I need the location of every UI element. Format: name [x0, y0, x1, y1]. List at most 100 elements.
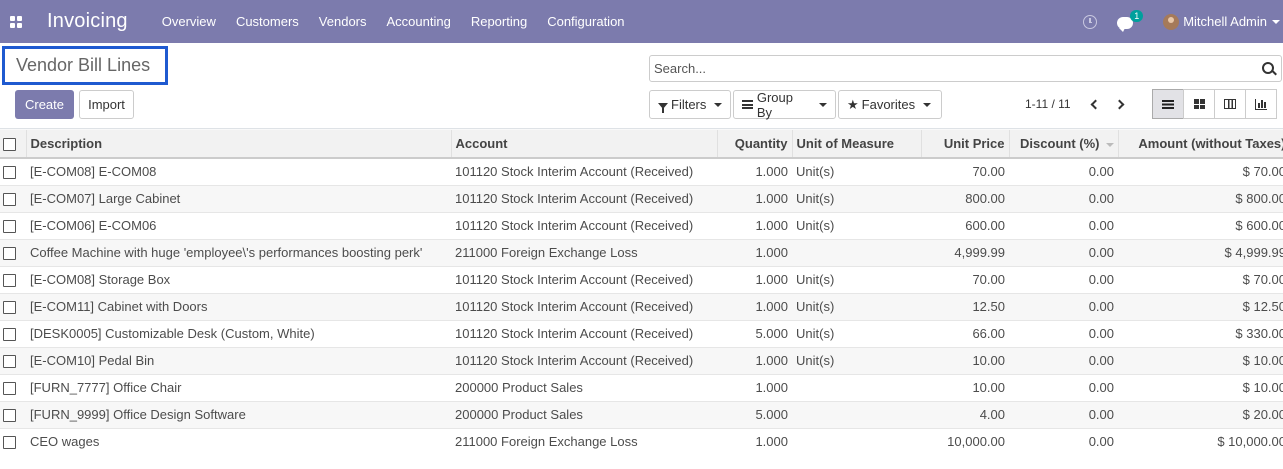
cell-description[interactable]: Coffee Machine with huge 'employee\'s pe…	[26, 238, 451, 266]
cell-description[interactable]: [E-COM08] E-COM08	[26, 157, 451, 185]
table-row[interactable]: [E-COM10] Pedal Bin 101120 Stock Interim …	[0, 346, 1283, 374]
cell-amount[interactable]: $ 20.00	[1118, 400, 1283, 428]
cell-unit-of-measure[interactable]	[792, 373, 921, 401]
filters-button[interactable]: Filters	[649, 90, 731, 119]
activity-clock-icon[interactable]	[1083, 14, 1098, 29]
cell-unit-of-measure[interactable]	[792, 238, 921, 266]
cell-discount[interactable]: 0.00	[1009, 292, 1118, 320]
cell-unit-of-measure[interactable]	[792, 427, 921, 455]
search-input[interactable]	[654, 56, 1244, 81]
column-header-unit-price[interactable]: Unit Price	[921, 130, 1010, 159]
cell-quantity[interactable]: 1.000	[717, 211, 792, 239]
select-all-checkbox[interactable]	[3, 138, 16, 152]
row-checkbox[interactable]	[3, 436, 16, 450]
cell-description[interactable]: CEO wages	[26, 427, 451, 455]
cell-description[interactable]: [E-COM10] Pedal Bin	[26, 346, 451, 374]
row-checkbox[interactable]	[3, 193, 16, 207]
import-button[interactable]: Import	[79, 90, 134, 119]
cell-unit-price[interactable]: 70.00	[921, 157, 1009, 185]
table-row[interactable]: [FURN_7777] Office Chair 200000 Product S…	[0, 373, 1283, 401]
cell-unit-price[interactable]: 4,999.99	[921, 238, 1009, 266]
row-checkbox[interactable]	[3, 166, 16, 180]
cell-quantity[interactable]: 1.000	[717, 373, 792, 401]
column-header-amount[interactable]: Amount (without Taxes)	[1118, 130, 1283, 159]
favorites-button[interactable]: ★ Favorites	[838, 90, 942, 119]
apps-menu-icon[interactable]	[1, 0, 31, 43]
cell-unit-price[interactable]: 12.50	[921, 292, 1009, 320]
cell-unit-price[interactable]: 10.00	[921, 346, 1009, 374]
pager-value[interactable]: 1-11 / 11	[1025, 97, 1071, 111]
create-button[interactable]: Create	[15, 90, 74, 119]
menu-configuration[interactable]: Configuration	[547, 14, 624, 29]
cell-account[interactable]: 101120 Stock Interim Account (Received)	[451, 265, 717, 293]
column-header-account[interactable]: Account	[451, 130, 718, 159]
cell-discount[interactable]: 0.00	[1009, 400, 1118, 428]
row-checkbox[interactable]	[3, 220, 16, 234]
table-row[interactable]: [E-COM06] E-COM06 101120 Stock Interim Ac…	[0, 211, 1283, 239]
cell-discount[interactable]: 0.00	[1009, 238, 1118, 266]
menu-vendors[interactable]: Vendors	[319, 14, 367, 29]
list-view-button[interactable]	[1152, 89, 1184, 119]
cell-account[interactable]: 211000 Foreign Exchange Loss	[451, 238, 717, 266]
cell-account[interactable]: 101120 Stock Interim Account (Received)	[451, 157, 717, 185]
table-row[interactable]: CEO wages 211000 Foreign Exchange Loss 1.0…	[0, 427, 1283, 455]
column-header-description[interactable]: Description	[26, 130, 452, 159]
cell-quantity[interactable]: 1.000	[717, 346, 792, 374]
cell-unit-of-measure[interactable]: Unit(s)	[792, 319, 921, 347]
cell-quantity[interactable]: 1.000	[717, 292, 792, 320]
column-header-discount[interactable]: Discount (%)	[1009, 130, 1119, 159]
row-checkbox[interactable]	[3, 247, 16, 261]
cell-discount[interactable]: 0.00	[1009, 265, 1118, 293]
cell-quantity[interactable]: 1.000	[717, 157, 792, 185]
cell-discount[interactable]: 0.00	[1009, 157, 1118, 185]
cell-quantity[interactable]: 5.000	[717, 319, 792, 347]
cell-description[interactable]: [E-COM08] Storage Box	[26, 265, 451, 293]
user-menu-name[interactable]: Mitchell Admin	[1183, 14, 1267, 29]
cell-amount[interactable]: $ 10.00	[1118, 373, 1283, 401]
cell-unit-of-measure[interactable]: Unit(s)	[792, 346, 921, 374]
cell-discount[interactable]: 0.00	[1009, 211, 1118, 239]
cell-unit-of-measure[interactable]: Unit(s)	[792, 292, 921, 320]
cell-account[interactable]: 101120 Stock Interim Account (Received)	[451, 292, 717, 320]
cell-account[interactable]: 200000 Product Sales	[451, 373, 717, 401]
cell-unit-price[interactable]: 4.00	[921, 400, 1009, 428]
cell-quantity[interactable]: 1.000	[717, 427, 792, 455]
table-row[interactable]: Coffee Machine with huge 'employee\'s pe…	[0, 238, 1283, 266]
menu-overview[interactable]: Overview	[162, 14, 216, 29]
cell-account[interactable]: 200000 Product Sales	[451, 400, 717, 428]
cell-unit-price[interactable]: 66.00	[921, 319, 1009, 347]
pager-next-button[interactable]	[1113, 96, 1129, 112]
cell-account[interactable]: 101120 Stock Interim Account (Received)	[451, 346, 717, 374]
cell-amount[interactable]: $ 4,999.99	[1118, 238, 1283, 266]
cell-quantity[interactable]: 5.000	[717, 400, 792, 428]
menu-reporting[interactable]: Reporting	[471, 14, 527, 29]
row-checkbox[interactable]	[3, 409, 16, 423]
menu-accounting[interactable]: Accounting	[387, 14, 451, 29]
user-avatar[interactable]	[1163, 13, 1180, 30]
cell-account[interactable]: 101120 Stock Interim Account (Received)	[451, 319, 717, 347]
table-row[interactable]: [FURN_9999] Office Design Software 200000…	[0, 400, 1283, 428]
cell-amount[interactable]: $ 12.50	[1118, 292, 1283, 320]
cell-quantity[interactable]: 1.000	[717, 184, 792, 212]
cell-unit-of-measure[interactable]: Unit(s)	[792, 157, 921, 185]
cell-quantity[interactable]: 1.000	[717, 238, 792, 266]
table-row[interactable]: [E-COM11] Cabinet with Doors 101120 Stock…	[0, 292, 1283, 320]
row-checkbox[interactable]	[3, 301, 16, 315]
cell-discount[interactable]: 0.00	[1009, 184, 1118, 212]
cell-amount[interactable]: $ 330.00	[1118, 319, 1283, 347]
cell-unit-of-measure[interactable]: Unit(s)	[792, 211, 921, 239]
row-checkbox[interactable]	[3, 355, 16, 369]
cell-unit-price[interactable]: 10,000.00	[921, 427, 1009, 455]
app-name[interactable]: Invoicing	[47, 10, 128, 33]
row-checkbox[interactable]	[3, 274, 16, 288]
pivot-view-button[interactable]	[1214, 89, 1246, 119]
cell-unit-price[interactable]: 600.00	[921, 211, 1009, 239]
table-row[interactable]: [E-COM08] E-COM08 101120 Stock Interim Ac…	[0, 157, 1283, 185]
cell-amount[interactable]: $ 10.00	[1118, 346, 1283, 374]
cell-amount[interactable]: $ 600.00	[1118, 211, 1283, 239]
cell-description[interactable]: [FURN_9999] Office Design Software	[26, 400, 451, 428]
cell-discount[interactable]: 0.00	[1009, 346, 1118, 374]
table-row[interactable]: [DESK0005] Customizable Desk (Custom, Wh…	[0, 319, 1283, 347]
table-row[interactable]: [E-COM07] Large Cabinet 101120 Stock Inte…	[0, 184, 1283, 212]
cell-description[interactable]: [E-COM07] Large Cabinet	[26, 184, 451, 212]
